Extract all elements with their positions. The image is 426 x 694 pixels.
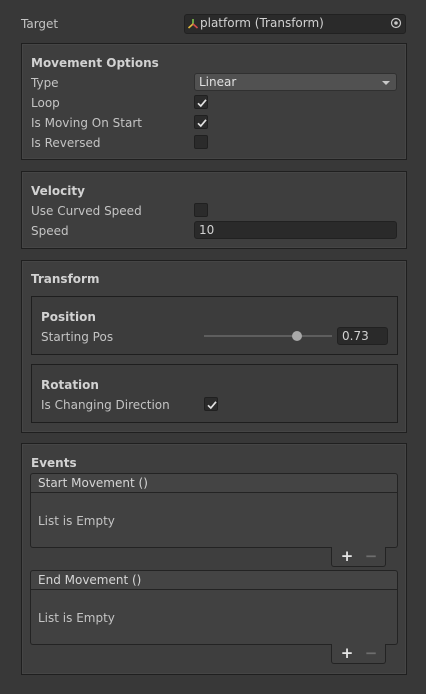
- starting-pos-input[interactable]: 0.73: [337, 327, 388, 345]
- reversed-checkbox[interactable]: [194, 135, 208, 149]
- rotation-subpanel: [31, 364, 398, 423]
- curved-speed-checkbox[interactable]: [194, 203, 208, 217]
- start-movement-title: Start Movement (): [38, 476, 148, 490]
- transform-header: Transform: [31, 272, 100, 286]
- end-movement-title: End Movement (): [38, 573, 142, 587]
- rotation-header: Rotation: [41, 378, 99, 392]
- start-movement-footer: + −: [331, 547, 386, 567]
- checkmark-icon: [197, 119, 207, 128]
- curved-speed-label: Use Curved Speed: [31, 204, 142, 218]
- loop-label: Loop: [31, 96, 60, 110]
- end-movement-footer: + −: [331, 644, 386, 664]
- loop-checkbox[interactable]: [194, 95, 208, 109]
- start-movement-empty-text: List is Empty: [38, 514, 115, 528]
- end-movement-empty-text: List is Empty: [38, 611, 115, 625]
- speed-input[interactable]: 10: [194, 221, 397, 239]
- remove-end-movement-button[interactable]: −: [361, 645, 381, 661]
- end-movement-list: List is Empty: [30, 590, 398, 645]
- start-movement-header: Start Movement (): [30, 473, 398, 493]
- type-dropdown[interactable]: Linear: [194, 73, 397, 91]
- events-header: Events: [31, 456, 77, 470]
- chevron-down-icon: [382, 81, 390, 85]
- moving-on-start-checkbox[interactable]: [194, 115, 208, 129]
- velocity-header: Velocity: [31, 184, 85, 198]
- starting-pos-label: Starting Pos: [41, 330, 114, 344]
- checkmark-icon: [197, 99, 207, 108]
- moving-on-start-label: Is Moving On Start: [31, 116, 142, 130]
- changing-direction-checkbox[interactable]: [204, 397, 218, 411]
- reversed-label: Is Reversed: [31, 136, 101, 150]
- type-label: Type: [31, 76, 59, 90]
- target-value: platform (Transform): [200, 16, 324, 30]
- speed-label: Speed: [31, 224, 69, 238]
- target-label: Target: [21, 17, 59, 31]
- checkmark-icon: [207, 401, 217, 410]
- remove-start-movement-button[interactable]: −: [361, 548, 381, 564]
- end-movement-header: End Movement (): [30, 570, 398, 590]
- object-picker-icon[interactable]: [390, 17, 402, 33]
- changing-direction-label: Is Changing Direction: [41, 398, 170, 412]
- position-subpanel: [31, 296, 398, 355]
- position-header: Position: [41, 310, 96, 324]
- starting-pos-slider-track[interactable]: [204, 335, 332, 337]
- add-end-movement-button[interactable]: +: [337, 645, 357, 661]
- target-object-field[interactable]: platform (Transform): [184, 14, 406, 34]
- transform-icon: [187, 18, 199, 34]
- start-movement-list: List is Empty: [30, 493, 398, 548]
- add-start-movement-button[interactable]: +: [337, 548, 357, 564]
- inspector: { "target": {"label": "Target", "value":…: [0, 0, 426, 694]
- movement-options-header: Movement Options: [31, 56, 159, 70]
- type-value: Linear: [199, 75, 237, 89]
